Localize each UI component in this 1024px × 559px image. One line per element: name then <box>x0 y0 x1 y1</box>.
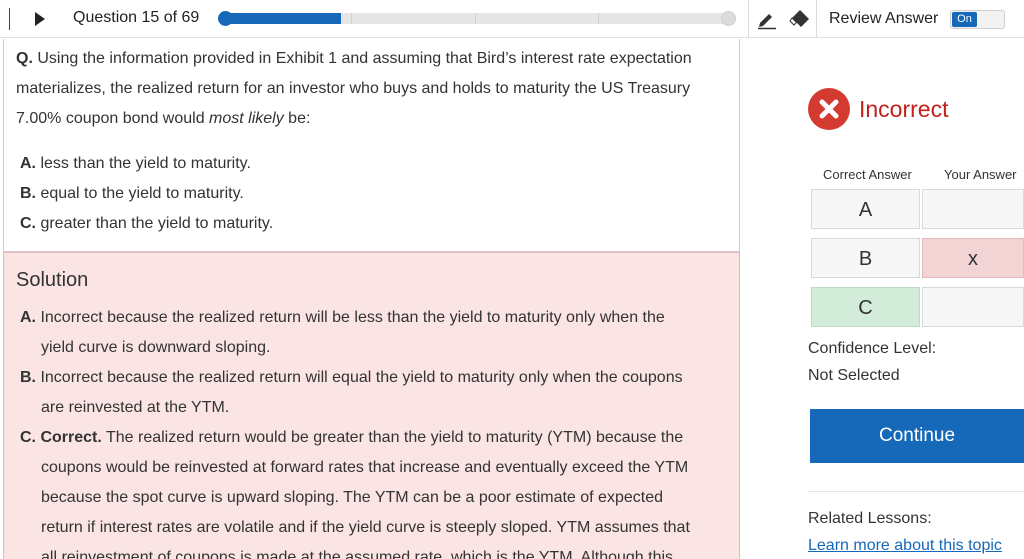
option-letter: B. <box>20 185 36 202</box>
review-answer-label: Review Answer <box>829 10 939 27</box>
question-emphasis: most likely <box>209 110 284 127</box>
progress-tick <box>475 13 476 24</box>
related-lesson-link[interactable]: Learn more about this topic <box>808 537 1002 555</box>
toolbar-separator <box>816 0 817 38</box>
play-icon[interactable] <box>30 10 48 28</box>
solution-b-line-1: B. Incorrect because the realized return… <box>20 369 683 387</box>
confidence-label: Confidence Level: <box>808 340 937 357</box>
solution-c-text-4: return if interest rates are volatile an… <box>41 519 690 536</box>
your-answer-header: Your Answer <box>944 167 1017 182</box>
solution-c-text-3: because the spot curve is upward sloping… <box>41 489 663 506</box>
solution-c-text-2: coupons would be reinvested at forward r… <box>41 459 689 476</box>
solution-b-text-2: are reinvested at the YTM. <box>41 399 230 416</box>
toolbar-separator <box>748 0 749 38</box>
pencil-icon[interactable] <box>756 8 778 30</box>
eraser-icon[interactable] <box>789 8 811 30</box>
answer-option-b[interactable]: B. equal to the yield to maturity. <box>20 185 244 203</box>
solution-c-letter: C. <box>20 429 36 446</box>
your-answer-cell-b: x <box>922 238 1024 278</box>
correct-answer-cell-b: B <box>811 238 920 278</box>
toggle-on-label: On <box>952 12 977 27</box>
option-text: less than the yield to maturity. <box>40 155 251 172</box>
progress-fill <box>226 13 341 24</box>
correct-answer-header: Correct Answer <box>823 167 912 182</box>
solution-panel: Solution A. Incorrect because the realiz… <box>3 252 740 559</box>
right-panel-divider <box>808 491 1024 492</box>
progress-slider[interactable] <box>218 11 736 26</box>
top-bar: Question 15 of 69 Review Answer On <box>0 0 1024 38</box>
question-line-2: materializes, the realized return for an… <box>16 80 691 97</box>
related-lessons-label: Related Lessons: <box>808 510 932 527</box>
solution-title: Solution <box>16 269 89 291</box>
option-text: greater than the yield to maturity. <box>40 215 274 232</box>
result-status: Incorrect <box>859 96 949 122</box>
option-letter: C. <box>20 215 36 232</box>
option-text: equal to the yield to maturity. <box>40 185 244 202</box>
solution-b-text-1: Incorrect because the realized return wi… <box>40 369 683 386</box>
progress-tick <box>598 13 599 24</box>
question-counter: Question 15 of 69 <box>73 9 200 26</box>
your-answer-cell-c <box>922 287 1024 327</box>
solution-c-correct: Correct. <box>40 429 102 446</box>
progress-end-knob[interactable] <box>721 11 736 26</box>
question-line-3a: 7.00% coupon bond would <box>16 110 210 127</box>
option-letter: A. <box>20 155 36 172</box>
question-text: Q. Using the information provided in Exh… <box>16 44 731 134</box>
answer-option-a[interactable]: A. less than the yield to maturity. <box>20 155 251 173</box>
question-line-1: Using the information provided in Exhibi… <box>37 50 692 67</box>
correct-answer-cell-a: A <box>811 189 920 229</box>
progress-tick <box>351 13 352 24</box>
answer-option-c[interactable]: C. greater than the yield to maturity. <box>20 215 273 233</box>
x-circle-icon <box>808 88 850 130</box>
progress-start-knob[interactable] <box>218 11 233 26</box>
confidence-value: Not Selected <box>808 367 900 384</box>
question-line-3b: be: <box>283 110 311 127</box>
top-bar-divider <box>9 8 10 30</box>
correct-answer-cell-c: C <box>811 287 920 327</box>
solution-a-line-1: A. Incorrect because the realized return… <box>20 309 665 327</box>
your-answer-cell-a <box>922 189 1024 229</box>
solution-c-line-1: C. Correct. The realized return would be… <box>20 429 683 447</box>
continue-button[interactable]: Continue <box>810 409 1024 463</box>
solution-a-text-1: Incorrect because the realized return wi… <box>40 309 665 326</box>
solution-b-letter: B. <box>20 369 36 386</box>
solution-a-text-2: yield curve is downward sloping. <box>41 339 271 356</box>
review-answer-toggle[interactable]: On <box>950 10 1005 29</box>
question-panel: Q. Using the information provided in Exh… <box>3 39 740 252</box>
solution-c-text-5: all reinvestment of coupons is made at t… <box>41 549 674 559</box>
solution-a-letter: A. <box>20 309 36 326</box>
question-prefix: Q. <box>16 50 33 67</box>
solution-c-text-1: The realized return would be greater tha… <box>105 429 684 446</box>
